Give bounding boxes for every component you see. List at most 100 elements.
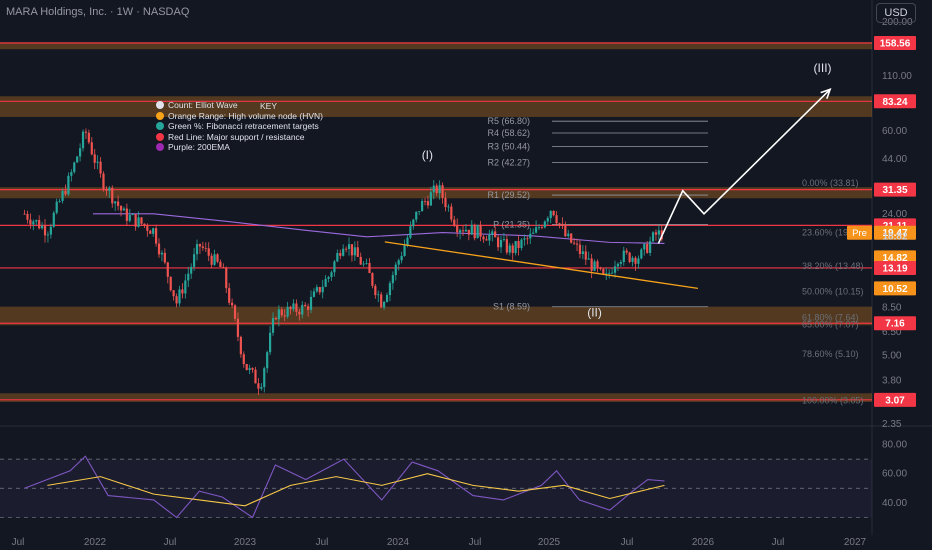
candle-body bbox=[596, 261, 599, 268]
orange-dot-icon bbox=[156, 111, 164, 120]
candle-body bbox=[23, 213, 26, 215]
time-tick-label: 2027 bbox=[844, 537, 867, 548]
candle-body bbox=[529, 233, 532, 239]
time-tick-label: 2023 bbox=[234, 537, 257, 548]
candle-body bbox=[561, 223, 564, 227]
candle-body bbox=[587, 258, 590, 260]
candle-body bbox=[362, 263, 365, 265]
candle-body bbox=[651, 232, 655, 242]
candle-body bbox=[210, 255, 213, 265]
candle-body bbox=[622, 250, 625, 262]
candle-body bbox=[552, 210, 555, 216]
candle-body bbox=[93, 154, 96, 163]
candle-body bbox=[96, 161, 99, 163]
candle-body bbox=[184, 280, 187, 294]
key-legend: Count: Elliot Wave Orange Range: High vo… bbox=[156, 100, 323, 153]
candle-body bbox=[149, 230, 152, 234]
wave-label: (I) bbox=[422, 148, 433, 162]
hvn-zone bbox=[0, 96, 872, 117]
candle-body bbox=[195, 244, 199, 255]
candle-body bbox=[239, 336, 242, 355]
key-item: Orange Range: High volume node (HVN) bbox=[156, 111, 323, 122]
candle-body bbox=[461, 230, 465, 232]
candle-body bbox=[277, 309, 280, 320]
candle-body bbox=[312, 291, 316, 297]
price-label: 13.19 bbox=[882, 263, 907, 274]
candle-body bbox=[564, 226, 567, 237]
candle-body bbox=[499, 240, 503, 248]
candle-body bbox=[268, 332, 272, 353]
candle-body bbox=[453, 219, 456, 226]
pivot-label: R4 (58.62) bbox=[487, 128, 530, 138]
candle-body bbox=[306, 306, 310, 310]
candle-body bbox=[105, 188, 108, 191]
candle-body bbox=[154, 228, 158, 244]
candle-body bbox=[225, 267, 228, 289]
candle-body bbox=[540, 227, 544, 228]
candle-body bbox=[508, 245, 511, 253]
candle-body bbox=[470, 224, 473, 235]
candle-body bbox=[380, 294, 383, 308]
candle-body bbox=[450, 206, 453, 220]
hvn-zone bbox=[0, 393, 872, 402]
candle-body bbox=[654, 232, 658, 235]
candle-body bbox=[230, 302, 234, 306]
candle-body bbox=[517, 241, 520, 249]
candle-body bbox=[558, 223, 561, 225]
price-tick-label: 44.00 bbox=[882, 154, 907, 165]
price-label: 31.35 bbox=[882, 185, 907, 196]
candle-body bbox=[187, 273, 190, 281]
price-label: 7.16 bbox=[885, 319, 905, 330]
fib-label: 65.00% (7.07) bbox=[802, 319, 859, 329]
candle-body bbox=[111, 187, 114, 204]
time-tick-label: 2022 bbox=[84, 537, 107, 548]
candle-body bbox=[505, 239, 508, 253]
candle-body bbox=[418, 211, 421, 213]
candle-body bbox=[219, 261, 222, 267]
candle-body bbox=[575, 243, 579, 245]
candle-body bbox=[152, 228, 155, 234]
candle-body bbox=[257, 383, 260, 389]
candle-body bbox=[99, 161, 102, 174]
candle-body bbox=[646, 243, 649, 253]
candle-body bbox=[382, 301, 386, 308]
candle-body bbox=[87, 132, 90, 143]
candle-body bbox=[456, 225, 459, 233]
candle-body bbox=[514, 241, 517, 253]
candle-body bbox=[526, 238, 529, 240]
candle-body bbox=[301, 304, 304, 315]
candle-body bbox=[108, 187, 111, 191]
candle-body bbox=[590, 258, 593, 271]
candle-body bbox=[628, 252, 631, 262]
currency-button[interactable]: USD bbox=[876, 3, 916, 23]
candle-body bbox=[309, 296, 313, 310]
candle-body bbox=[292, 303, 295, 310]
candle-body bbox=[555, 215, 558, 224]
candle-body bbox=[549, 210, 552, 219]
candle-body bbox=[32, 221, 35, 225]
candle-body bbox=[52, 212, 55, 227]
time-tick-label: Jul bbox=[469, 537, 482, 548]
price-label: 158.56 bbox=[880, 39, 911, 50]
rsi-tick-label: 80.00 bbox=[882, 440, 907, 451]
candle-body bbox=[157, 243, 161, 255]
candle-body bbox=[523, 238, 526, 240]
price-tick-label: 24.00 bbox=[882, 209, 907, 220]
candle-body bbox=[260, 386, 263, 389]
candle-body bbox=[608, 272, 611, 274]
candle-body bbox=[488, 234, 491, 241]
candle-body bbox=[327, 277, 330, 279]
candle-body bbox=[245, 363, 248, 371]
pivot-label: P (21.35) bbox=[493, 219, 530, 229]
candle-body bbox=[40, 225, 44, 229]
candle-body bbox=[114, 201, 117, 204]
price-chart: R5 (66.80) R4 (58.62) R3 (50.44) R2 (42.27)… bbox=[0, 0, 932, 548]
candle-body bbox=[415, 211, 418, 220]
candle-body bbox=[423, 200, 427, 202]
candle-body bbox=[46, 234, 50, 236]
candle-body bbox=[631, 257, 634, 262]
candle-body bbox=[201, 246, 204, 248]
candle-body bbox=[78, 148, 82, 157]
candle-body bbox=[412, 219, 415, 227]
candle-body bbox=[619, 261, 622, 264]
